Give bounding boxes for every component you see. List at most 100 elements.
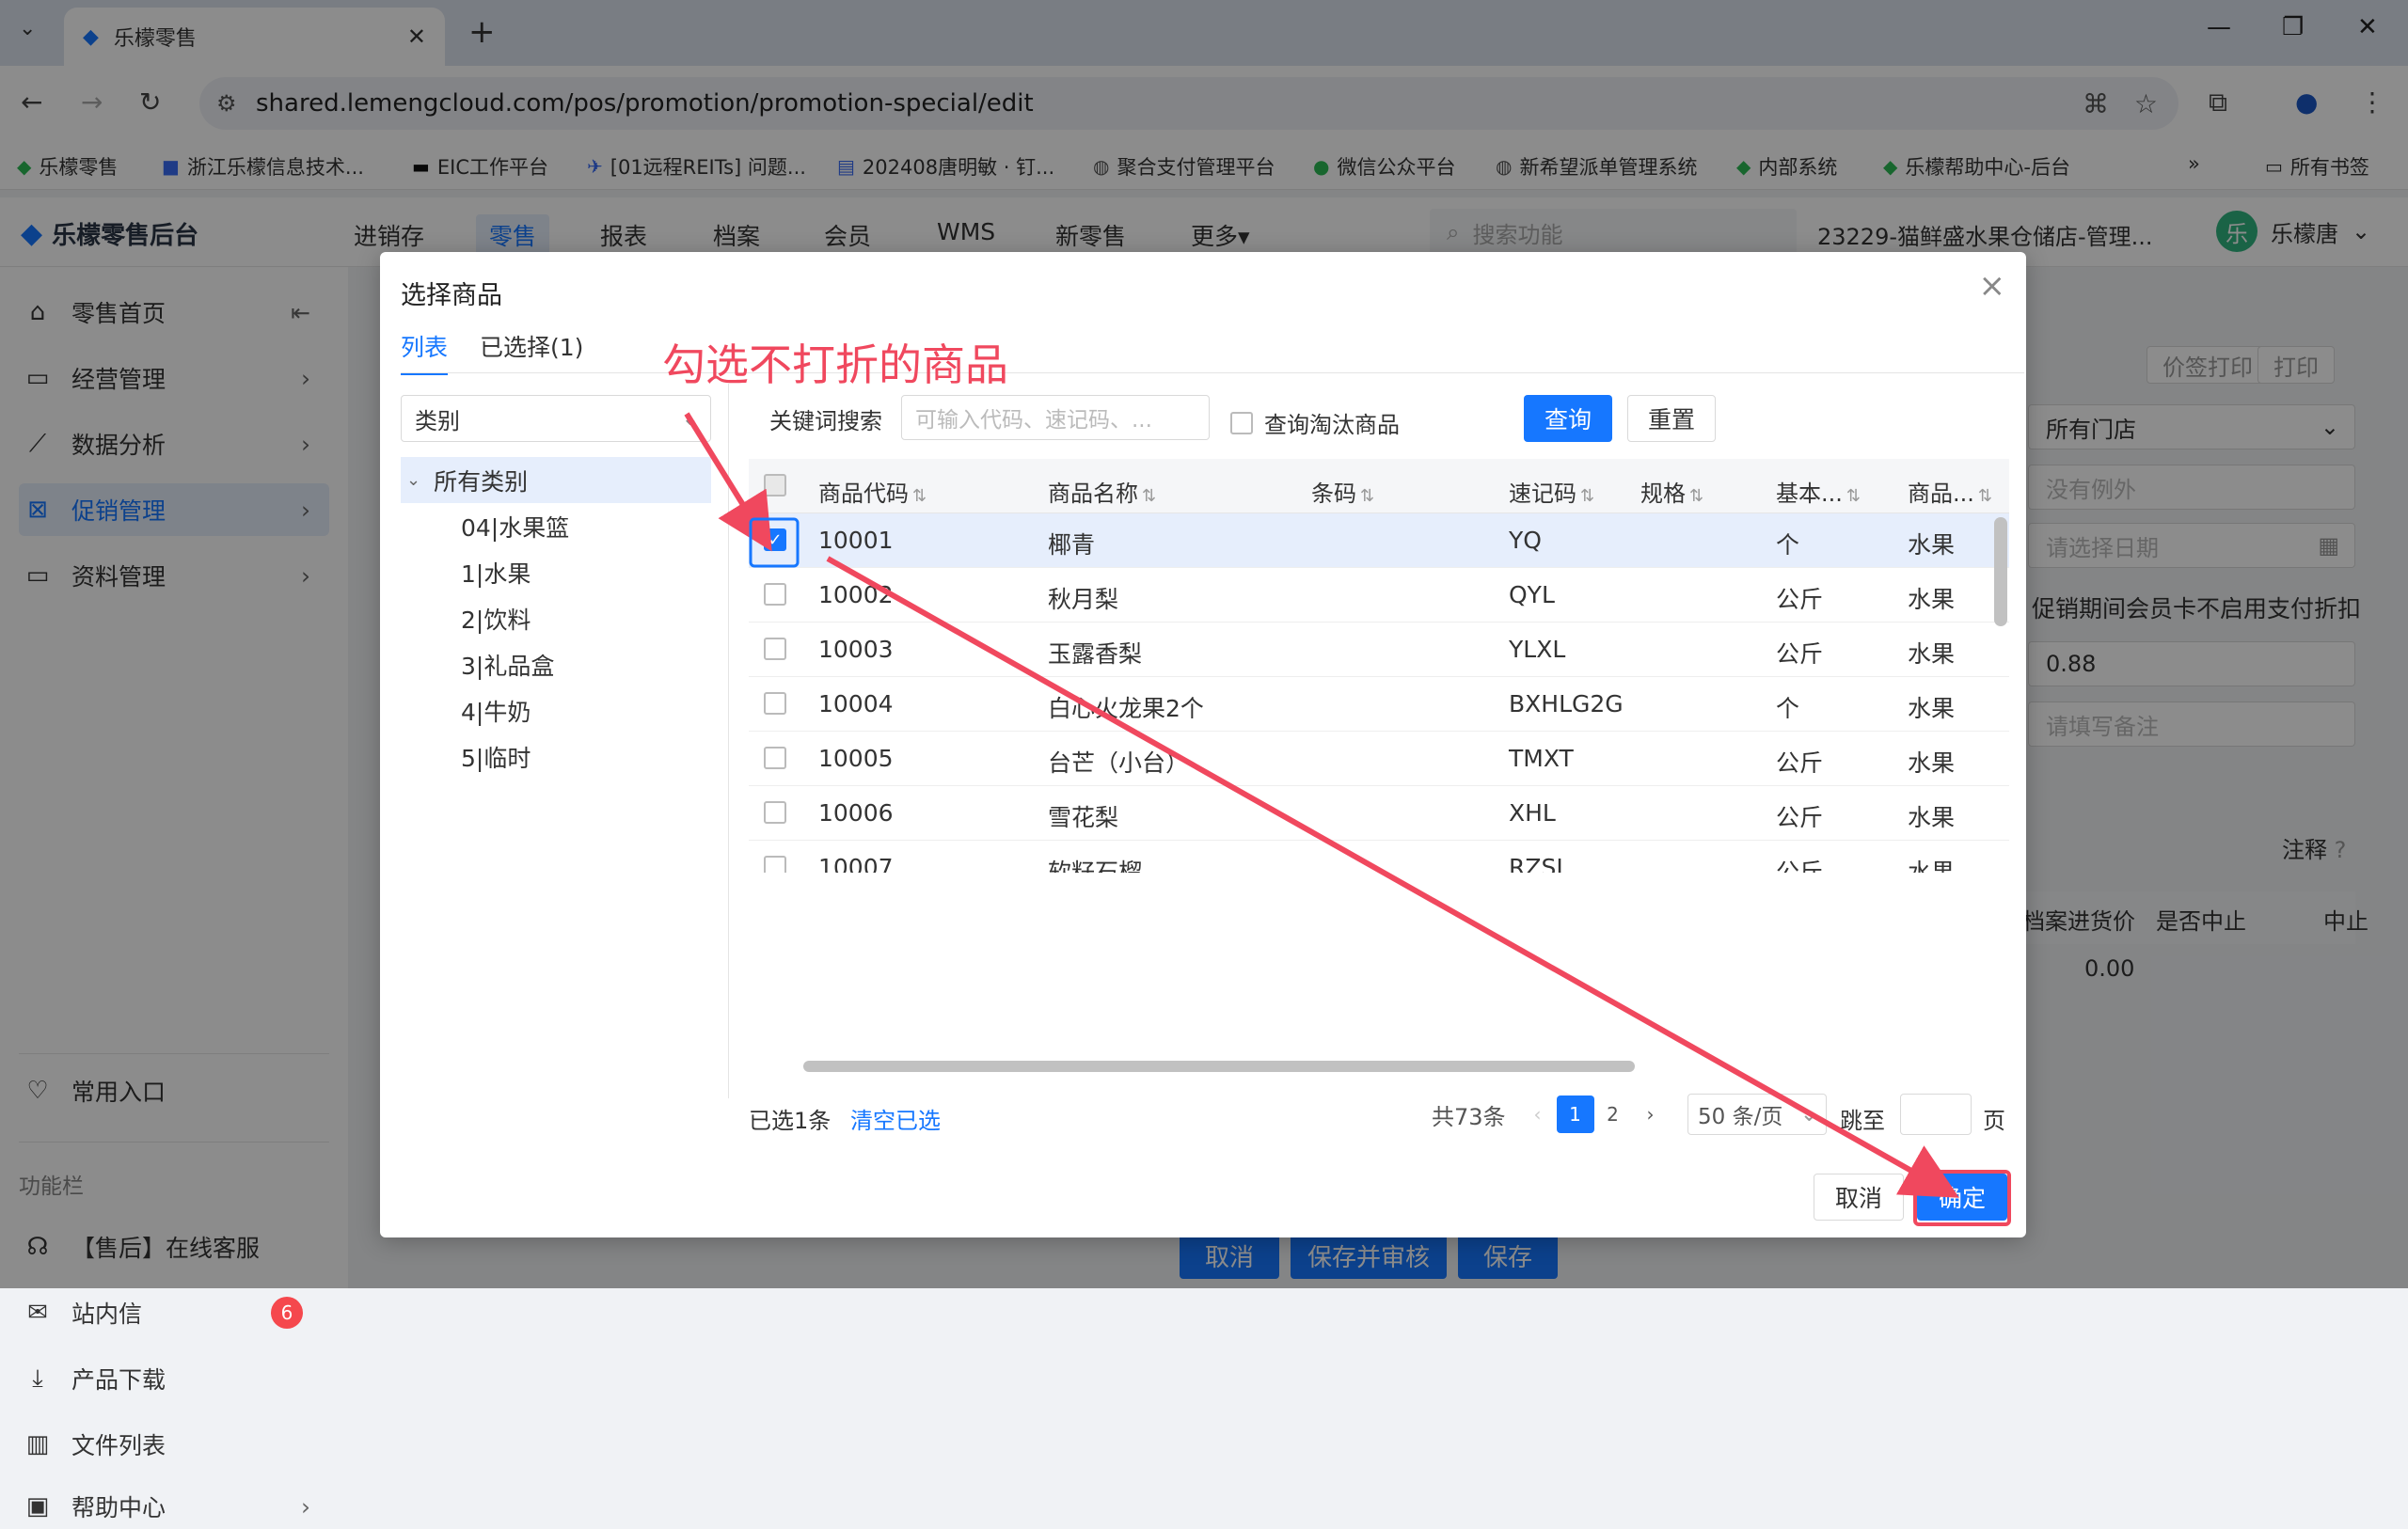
table-row[interactable]: ✓ 10001 椰青 YQ 个 水果 [749,513,2009,568]
cell-code: 10006 [818,799,894,827]
col-code[interactable]: 商品代码 ⇅ [818,475,927,508]
sidebar-item-files[interactable]: ▥ 文件列表 [19,1418,329,1471]
jump-page-input[interactable] [1900,1094,1972,1135]
panel-divider [728,384,729,1098]
tree-node[interactable]: 04|水果篮 [401,503,711,549]
dialog-confirm-button[interactable]: 确定 [1917,1174,2007,1221]
page-unit: 页 [1983,1108,2005,1134]
pagination: 共73条 ‹ 1 2 › [1432,1094,1670,1135]
sidebar-item-help[interactable]: ▣ 帮助中心 › [19,1484,329,1529]
sidebar-item-download[interactable]: ⤓ 产品下载 [19,1352,329,1405]
cell-unit: 公斤 [1776,749,1824,777]
cell-code: 10004 [818,690,894,717]
keyword-label: 关键词搜索 [769,407,882,434]
tab-selected[interactable]: 已选择(1) [480,329,583,375]
table-header: 商品代码 ⇅ 商品名称 ⇅ 条码 ⇅ 速记码 ⇅ 规格 ⇅ 基本... ⇅ 商品... ⇅ [749,459,2009,513]
jump-label: 跳至 [1840,1108,1885,1134]
page-size-select[interactable]: 50 条/页 ⌄ [1687,1094,1827,1135]
sort-icon: ⇅ [1846,486,1861,506]
cell-short: XHL [1509,799,1556,827]
next-page-icon[interactable]: › [1632,1096,1670,1133]
close-icon[interactable]: × [1979,267,2006,305]
row-checkbox[interactable] [764,583,786,606]
cell-short: BXHLG2G [1509,690,1624,717]
cell-short: QYL [1509,581,1555,608]
product-table: 商品代码 ⇅ 商品名称 ⇅ 条码 ⇅ 速记码 ⇅ 规格 ⇅ 基本... ⇅ 商品... ⇅ ✓… [749,459,2009,873]
cell-name: 玉露香梨 [1048,640,1143,668]
dialog-tabs: 列表 已选择(1) [401,329,583,375]
tree-node[interactable]: 4|牛奶 [401,687,711,733]
cell-code: 10001 [818,527,894,554]
keyword-input[interactable]: 可输入代码、速记码、... [901,395,1210,440]
table-row[interactable]: 10007 软籽石榴 RZSL 公斤 水果 [749,841,2009,873]
col-barcode[interactable]: 条码 ⇅ [1311,475,1374,508]
cell-short: TMXT [1509,745,1574,772]
annotation-text: 勾选不打折的商品 [662,339,1008,390]
cell-unit: 个 [1776,695,1800,722]
col-unit[interactable]: 基本... ⇅ [1776,475,1861,508]
select-product-dialog: 选择商品 × 列表 已选择(1) 勾选不打折的商品 类别 ⌄ ⌄ 所有类别 04|水… [380,252,2026,1237]
cell-name: 软籽石榴 [1048,859,1143,873]
dialog-title: 选择商品 [401,281,502,310]
tree-node[interactable]: 2|饮料 [401,595,711,641]
col-shortcode[interactable]: 速记码 ⇅ [1509,475,1594,508]
cell-unit: 公斤 [1776,586,1824,613]
category-select[interactable]: 类别 ⌄ [401,395,711,442]
sort-icon: ⇅ [1360,486,1375,506]
tab-list[interactable]: 列表 [401,329,449,375]
obsolete-checkbox[interactable]: 查询淘汰商品 [1230,406,1400,439]
cell-name: 秋月梨 [1048,586,1119,613]
col-category[interactable]: 商品... ⇅ [1908,475,1992,508]
table-row[interactable]: 10005 台芒（小台） TMXT 公斤 水果 [749,732,2009,786]
table-row[interactable]: 10003 玉露香梨 YLXL 公斤 水果 [749,623,2009,677]
sort-icon: ⇅ [1689,486,1704,506]
tab-divider [401,372,2024,373]
dialog-cancel-button[interactable]: 取消 [1814,1174,1904,1221]
col-spec[interactable]: 规格 ⇅ [1640,475,1703,508]
prev-page-icon[interactable]: ‹ [1519,1096,1557,1133]
cell-name: 椰青 [1048,531,1096,559]
page-2[interactable]: 2 [1594,1096,1632,1133]
tree-node[interactable]: 1|水果 [401,549,711,595]
cell-code: 10003 [818,636,894,663]
cell-name: 白心火龙果2个 [1048,695,1204,722]
caret-down-icon[interactable]: ⌄ [406,470,420,490]
reset-button[interactable]: 重置 [1627,395,1716,442]
tree-node[interactable]: 5|临时 [401,733,711,780]
row-checkbox[interactable] [764,747,786,769]
table-row[interactable]: 10002 秋月梨 QYL 公斤 水果 [749,568,2009,623]
query-button[interactable]: 查询 [1524,395,1612,442]
cell-cat: 水果 [1908,749,1956,777]
help-icon: ▣ [25,1492,50,1521]
row-checkbox[interactable] [764,801,786,824]
cell-short: YLXL [1509,636,1566,663]
sort-icon: ⇅ [1977,486,1992,506]
vertical-scrollbar[interactable] [1994,517,2007,626]
table-row[interactable]: 10004 白心火龙果2个 BXHLG2G 个 水果 [749,677,2009,732]
row-checkbox[interactable] [764,856,786,873]
table-row[interactable]: 10006 雪花梨 XHL 公斤 水果 [749,786,2009,841]
cell-cat: 水果 [1908,640,1956,668]
cell-code: 10002 [818,581,894,608]
horizontal-scrollbar[interactable] [803,1061,1635,1072]
page-1[interactable]: 1 [1556,1096,1594,1133]
cell-code: 10005 [818,745,894,772]
cell-cat: 水果 [1908,695,1956,722]
cell-short: RZSL [1509,854,1570,873]
download-icon: ⤓ [32,1363,43,1393]
sort-icon: ⇅ [1580,486,1595,506]
sidebar-item-messages[interactable]: ✉ 站内信 6 [19,1286,329,1339]
select-all-checkbox[interactable] [764,474,786,497]
row-checkbox[interactable] [764,638,786,660]
row-checkbox[interactable]: ✓ [764,528,786,551]
col-name[interactable]: 商品名称 ⇅ [1048,475,1156,508]
tree-node-root[interactable]: ⌄ 所有类别 [401,457,711,503]
sort-icon: ⇅ [1142,486,1157,506]
category-tree: ⌄ 所有类别 04|水果篮 1|水果 2|饮料 3|礼品盒 4|牛奶 5|临时 [401,457,711,780]
row-checkbox[interactable] [764,692,786,715]
checkbox[interactable] [1230,411,1253,434]
cell-cat: 水果 [1908,531,1956,559]
tree-node[interactable]: 3|礼品盒 [401,641,711,687]
chevron-right-icon: › [301,1492,310,1521]
clear-selected-link[interactable]: 清空已选 [850,1102,941,1135]
